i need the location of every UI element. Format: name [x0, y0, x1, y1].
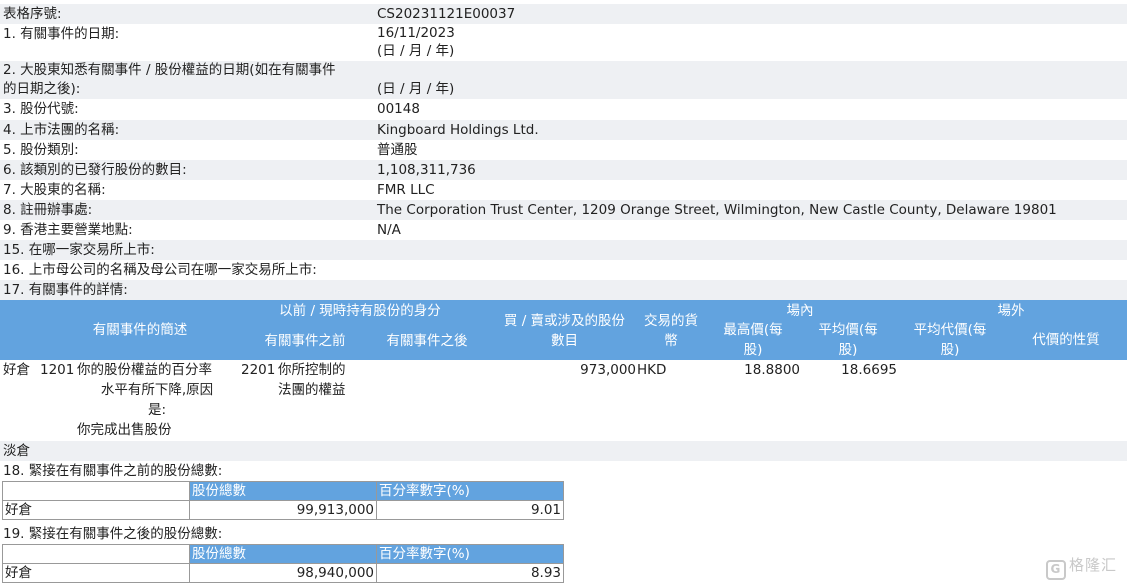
- details-event-text-line2: 水平有所下降,原因: [100, 382, 214, 398]
- q16-row: 16. 上市母公司的名稱及母公司在哪一家交易所上市:: [0, 260, 1127, 280]
- q3-row: 3. 股份代號: 00148: [0, 99, 1127, 119]
- q7-value: FMR LLC: [377, 182, 435, 198]
- q16-label: 16. 上市母公司的名稱及母公司在哪一家交易所上市:: [3, 262, 317, 278]
- q15-row: 15. 在哪一家交易所上市:: [0, 240, 1127, 260]
- q15-label: 15. 在哪一家交易所上市:: [3, 242, 155, 258]
- q19-pct: 8.93: [376, 563, 564, 583]
- header-currency-line2: 幣: [664, 333, 678, 349]
- details-event-code: 1201: [40, 362, 75, 378]
- q19-label: 19. 緊接在有關事件之後的股份總數:: [3, 526, 223, 542]
- q5-row: 5. 股份類別: 普通股: [0, 140, 1127, 160]
- serial-value: CS20231121E00037: [377, 6, 516, 22]
- q18-shares: 99,913,000: [189, 500, 377, 520]
- header-off-avg-line1: 平均代價(每: [913, 322, 987, 338]
- header-highest-line1: 最高價(每: [723, 322, 783, 338]
- q3-value: 00148: [377, 101, 420, 117]
- q3-label: 3. 股份代號:: [3, 101, 79, 117]
- header-currency-line1: 交易的貨: [644, 313, 698, 329]
- q18-label: 18. 緊接在有關事件之前的股份總數:: [3, 463, 223, 479]
- q18-row-label: 好倉: [2, 500, 190, 520]
- q8-row: 8. 註冊辦事處: The Corporation Trust Center, …: [0, 200, 1127, 220]
- q9-label: 9. 香港主要營業地點:: [3, 222, 133, 238]
- details-event-text-line3: 是:: [147, 402, 167, 418]
- header-event-desc: 有關事件的簡述: [92, 322, 188, 338]
- header-before: 有關事件之前: [264, 333, 346, 349]
- header-off-avg-line2: 股): [940, 342, 960, 358]
- q1-label: 1. 有關事件的日期:: [3, 26, 120, 42]
- q2-format: (日 / 月 / 年): [377, 81, 455, 97]
- q2-label-line2: 的日期之後):: [3, 81, 81, 97]
- details-position: 好倉: [3, 362, 30, 378]
- serial-row: 表格序號: CS20231121E00037: [0, 4, 1127, 24]
- watermark-logo-icon: G: [1045, 560, 1066, 580]
- q4-row: 4. 上市法團的名稱: Kingboard Holdings Ltd.: [0, 120, 1127, 140]
- q18-pct: 9.01: [376, 500, 564, 520]
- q2-label-line1: 2. 大股東知悉有關事件 / 股份權益的日期(如在有關事件: [3, 62, 336, 78]
- serial-label: 表格序號:: [3, 6, 62, 22]
- q6-row: 6. 該類別的已發行股份的數目: 1,108,311,736: [0, 160, 1127, 180]
- header-on-exchange: 場內: [786, 303, 814, 319]
- details-currency: HKD: [637, 362, 667, 378]
- short-position-row: 淡倉: [0, 441, 1127, 461]
- q19-corner: [2, 544, 190, 564]
- details-event-text-line1: 你的股份權益的百分率: [77, 362, 212, 378]
- q7-row: 7. 大股東的名稱: FMR LLC: [0, 180, 1127, 200]
- header-capacity-group: 以前 / 現時持有股份的身分: [279, 303, 441, 319]
- details-row: 好倉 1201 你的股份權益的百分率 水平有所下降,原因 是: 你完成出售股份 …: [0, 360, 1127, 440]
- q19-col-shares: 股份總數: [189, 544, 377, 564]
- q6-label: 6. 該類別的已發行股份的數目:: [3, 162, 187, 178]
- q4-value: Kingboard Holdings Ltd.: [377, 122, 539, 138]
- watermark-text: 格隆汇: [1068, 556, 1117, 574]
- q17-label: 17. 有關事件的詳情:: [3, 282, 128, 298]
- q1-row: 1. 有關事件的日期: 16/11/2023 (日 / 月 / 年): [0, 24, 1127, 60]
- q19-row-label: 好倉: [2, 563, 190, 583]
- q18-row: 18. 緊接在有關事件之前的股份總數:: [0, 461, 1127, 481]
- q18-col-shares: 股份總數: [189, 481, 377, 501]
- q8-label: 8. 註冊辦事處:: [3, 202, 93, 218]
- header-off-exchange: 場外: [997, 303, 1025, 319]
- details-header: 有關事件的簡述 以前 / 現時持有股份的身分 有關事件之前 有關事件之後 買 /…: [0, 300, 1127, 360]
- watermark: G 格隆汇: [1045, 554, 1117, 580]
- q7-label: 7. 大股東的名稱:: [3, 182, 106, 198]
- header-avg-line2: 股): [838, 342, 858, 358]
- q19-shares: 98,940,000: [189, 563, 377, 583]
- q8-value: The Corporation Trust Center, 1209 Orang…: [377, 202, 1057, 218]
- header-shares-line2: 數目: [551, 333, 578, 349]
- details-capacity-line2: 法團的權益: [278, 382, 346, 398]
- q5-label: 5. 股份類別:: [3, 142, 79, 158]
- q18-corner: [2, 481, 190, 501]
- q6-value: 1,108,311,736: [377, 162, 476, 178]
- q1-format: (日 / 月 / 年): [377, 43, 455, 59]
- details-event-text-line4: 你完成出售股份: [77, 422, 172, 438]
- q19-table: 股份總數 百分率數字(%) 好倉 98,940,000 8.93: [2, 544, 564, 583]
- header-after: 有關事件之後: [386, 333, 468, 349]
- q4-label: 4. 上市法團的名稱:: [3, 122, 120, 138]
- q5-value: 普通股: [377, 142, 418, 158]
- short-position-label: 淡倉: [3, 443, 30, 459]
- q19-row: 19. 緊接在有關事件之後的股份總數:: [0, 524, 1127, 544]
- q1-value: 16/11/2023: [377, 25, 455, 41]
- q18-table: 股份總數 百分率數字(%) 好倉 99,913,000 9.01: [2, 481, 564, 520]
- details-capacity-line1: 你所控制的: [278, 362, 346, 378]
- q17-row: 17. 有關事件的詳情:: [0, 280, 1127, 300]
- header-consideration-nature: 代價的性質: [1032, 332, 1100, 348]
- q2-row: 2. 大股東知悉有關事件 / 股份權益的日期(如在有關事件 的日期之後): (日…: [0, 61, 1127, 99]
- q18-col-pct: 百分率數字(%): [376, 481, 564, 501]
- q9-row: 9. 香港主要營業地點: N/A: [0, 220, 1127, 240]
- details-average-price: 18.6695: [841, 362, 897, 378]
- details-shares: 973,000: [580, 362, 636, 378]
- details-capacity-code: 2201: [241, 362, 276, 378]
- header-shares-line1: 買 / 賣或涉及的股份: [503, 313, 626, 329]
- q19-col-pct: 百分率數字(%): [376, 544, 564, 564]
- header-highest-line2: 股): [743, 342, 763, 358]
- details-highest-price: 18.8800: [744, 362, 800, 378]
- q9-value: N/A: [377, 222, 401, 238]
- header-avg-line1: 平均價(每: [818, 322, 878, 338]
